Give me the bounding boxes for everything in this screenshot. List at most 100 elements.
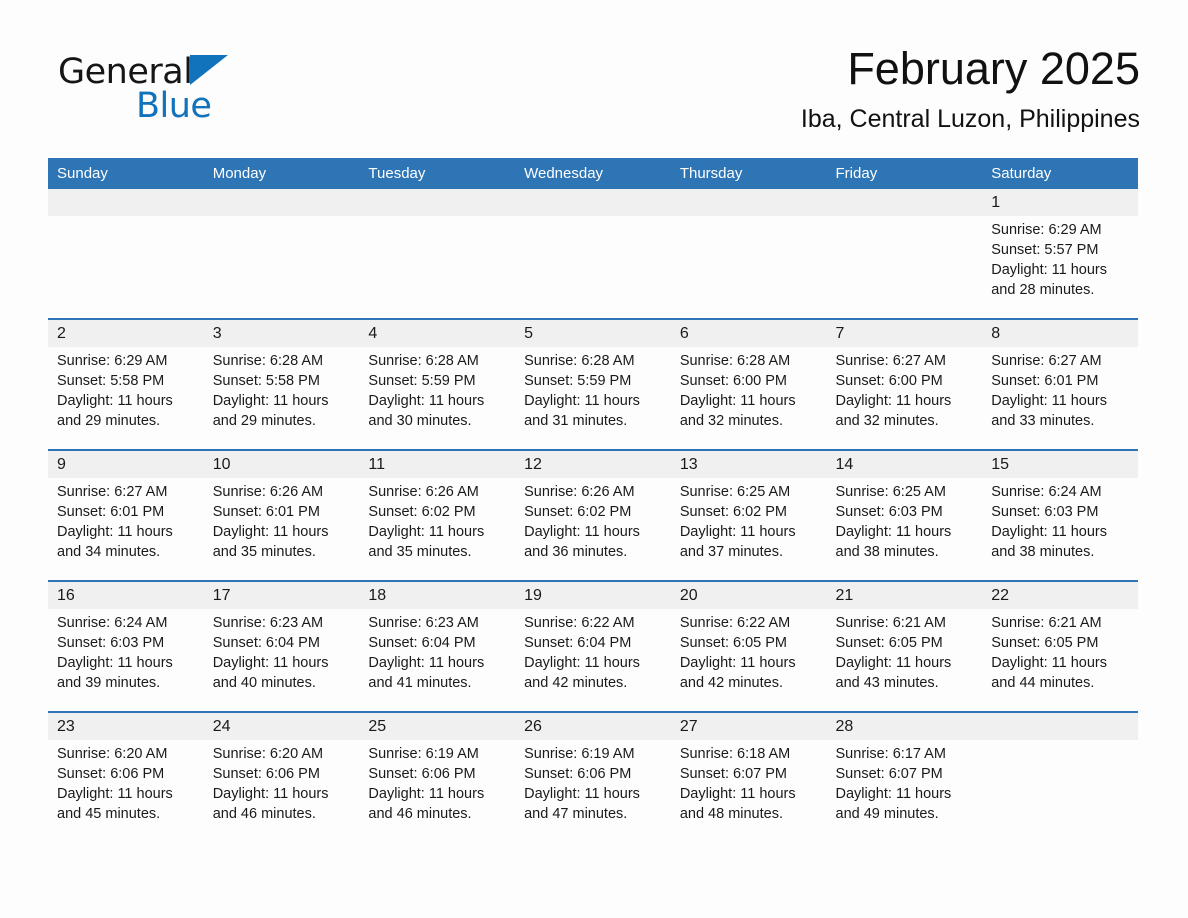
day-daylight-text: Daylight: 11 hours: [212, 655, 329, 671]
day-cell[interactable]: Sunrise: 6:24 AM Sunset: 6:03 PM Daylight:…: [48, 609, 204, 712]
day-number[interactable]: 23: [48, 711, 204, 740]
day-cell[interactable]: Sunrise: 6:23 AM Sunset: 6:04 PM Daylight:…: [359, 609, 516, 712]
day-daylight-text: Daylight: 11 hours: [679, 393, 796, 409]
day-cell[interactable]: Sunrise: 6:23 AM Sunset: 6:04 PM Daylight:…: [203, 609, 360, 712]
day-number[interactable]: 9: [48, 449, 204, 478]
day-cell[interactable]: Sunrise: 6:27 AM Sunset: 6:01 PM Daylight:…: [48, 478, 204, 581]
day-daylight-text: and 32 minutes.: [679, 413, 783, 429]
day-cell[interactable]: Sunrise: 6:28 AM Sunset: 5:59 PM Daylight:…: [359, 347, 516, 450]
day-daylight-text: Daylight: 11 hours: [524, 655, 640, 671]
day-number[interactable]: 11: [359, 449, 516, 478]
day-daylight-text: and 42 minutes.: [524, 675, 628, 691]
day-number-empty: [826, 189, 983, 216]
day-daylight-text: Daylight: 11 hours: [368, 655, 485, 671]
day-daylight-text: Daylight: 11 hours: [57, 524, 173, 540]
day-cell[interactable]: Sunrise: 6:28 AM Sunset: 5:59 PM Daylight:…: [515, 347, 671, 450]
day-cell[interactable]: Sunrise: 6:22 AM Sunset: 6:04 PM Daylight:…: [515, 609, 671, 712]
weekday-header-friday: Friday: [826, 158, 983, 189]
day-daylight-text: and 47 minutes.: [524, 806, 628, 822]
day-sunset-text: Sunset: 6:06 PM: [368, 766, 476, 782]
day-number[interactable]: 25: [359, 711, 516, 740]
day-number[interactable]: 18: [359, 580, 516, 609]
day-daylight-text: Daylight: 11 hours: [835, 786, 952, 802]
day-cell[interactable]: Sunrise: 6:24 AM Sunset: 6:03 PM Daylight:…: [982, 478, 1138, 581]
day-number[interactable]: 16: [48, 580, 204, 609]
day-number[interactable]: 26: [515, 711, 671, 740]
day-daylight-text: and 29 minutes.: [212, 413, 316, 429]
day-number[interactable]: 19: [515, 580, 671, 609]
day-number[interactable]: 28: [826, 711, 983, 740]
day-sunrise-text: Sunrise: 6:20 AM: [57, 746, 168, 762]
day-cell[interactable]: Sunrise: 6:18 AM Sunset: 6:07 PM Daylight:…: [670, 740, 827, 842]
day-number[interactable]: 17: [203, 580, 360, 609]
day-sunset-text: Sunset: 5:59 PM: [368, 373, 476, 389]
day-cell[interactable]: Sunrise: 6:21 AM Sunset: 6:05 PM Daylight:…: [826, 609, 983, 712]
day-sunset-text: Sunset: 5:59 PM: [524, 373, 632, 389]
day-cell[interactable]: Sunrise: 6:19 AM Sunset: 6:06 PM Daylight:…: [359, 740, 516, 842]
day-number[interactable]: 8: [982, 318, 1138, 347]
day-number[interactable]: 15: [982, 449, 1138, 478]
day-number-empty: [670, 189, 827, 216]
day-cell[interactable]: Sunrise: 6:17 AM Sunset: 6:07 PM Daylight:…: [826, 740, 983, 842]
day-number[interactable]: 13: [670, 449, 827, 478]
day-number[interactable]: 10: [203, 449, 360, 478]
day-cell-empty: [982, 740, 1138, 842]
day-number[interactable]: 2: [48, 318, 204, 347]
day-number-empty: [515, 189, 671, 216]
day-cell[interactable]: Sunrise: 6:26 AM Sunset: 6:02 PM Daylight:…: [515, 478, 671, 581]
day-number[interactable]: 5: [515, 318, 671, 347]
day-cell[interactable]: Sunrise: 6:21 AM Sunset: 6:05 PM Daylight:…: [982, 609, 1138, 712]
weekday-header-saturday: Saturday: [982, 158, 1138, 189]
day-cell[interactable]: Sunrise: 6:25 AM Sunset: 6:03 PM Daylight:…: [826, 478, 983, 581]
day-cell[interactable]: Sunrise: 6:28 AM Sunset: 6:00 PM Daylight:…: [670, 347, 827, 450]
day-number[interactable]: 14: [826, 449, 983, 478]
day-cell[interactable]: Sunrise: 6:28 AM Sunset: 5:58 PM Daylight:…: [203, 347, 360, 450]
day-sunset-text: Sunset: 6:01 PM: [57, 504, 165, 520]
day-sunset-text: Sunset: 6:01 PM: [212, 504, 320, 520]
week-daynumber-row: 1: [48, 189, 1138, 216]
day-number-empty: [359, 189, 516, 216]
day-daylight-text: and 32 minutes.: [835, 413, 939, 429]
day-number[interactable]: 22: [982, 580, 1138, 609]
day-cell[interactable]: Sunrise: 6:26 AM Sunset: 6:01 PM Daylight:…: [203, 478, 360, 581]
day-daylight-text: Daylight: 11 hours: [212, 524, 329, 540]
day-daylight-text: Daylight: 11 hours: [212, 393, 329, 409]
day-daylight-text: Daylight: 11 hours: [368, 786, 485, 802]
day-cell[interactable]: Sunrise: 6:20 AM Sunset: 6:06 PM Daylight:…: [48, 740, 204, 842]
day-daylight-text: Daylight: 11 hours: [679, 655, 796, 671]
day-number[interactable]: 24: [203, 711, 360, 740]
day-number[interactable]: 4: [359, 318, 516, 347]
day-sunset-text: Sunset: 6:02 PM: [524, 504, 632, 520]
day-number[interactable]: 12: [515, 449, 671, 478]
day-daylight-text: and 48 minutes.: [679, 806, 783, 822]
day-daylight-text: and 44 minutes.: [991, 675, 1095, 691]
day-daylight-text: Daylight: 11 hours: [835, 524, 952, 540]
day-cell[interactable]: Sunrise: 6:20 AM Sunset: 6:06 PM Daylight:…: [203, 740, 360, 842]
day-sunrise-text: Sunrise: 6:25 AM: [835, 484, 946, 500]
day-cell[interactable]: Sunrise: 6:27 AM Sunset: 6:01 PM Daylight:…: [982, 347, 1138, 450]
day-daylight-text: and 28 minutes.: [991, 282, 1095, 298]
day-number[interactable]: 21: [826, 580, 983, 609]
day-number[interactable]: 20: [670, 580, 827, 609]
day-cell[interactable]: Sunrise: 6:25 AM Sunset: 6:02 PM Daylight:…: [670, 478, 827, 581]
day-cell[interactable]: Sunrise: 6:27 AM Sunset: 6:00 PM Daylight:…: [826, 347, 983, 450]
weekday-header-sunday: Sunday: [48, 158, 204, 189]
day-cell[interactable]: Sunrise: 6:19 AM Sunset: 6:06 PM Daylight:…: [515, 740, 671, 842]
day-number[interactable]: 1: [982, 189, 1138, 216]
day-cell[interactable]: Sunrise: 6:26 AM Sunset: 6:02 PM Daylight:…: [359, 478, 516, 581]
day-number[interactable]: 7: [826, 318, 983, 347]
day-number[interactable]: 6: [670, 318, 827, 347]
day-number[interactable]: 3: [203, 318, 360, 347]
day-daylight-text: Daylight: 11 hours: [835, 393, 952, 409]
day-daylight-text: Daylight: 11 hours: [991, 655, 1108, 671]
day-daylight-text: and 34 minutes.: [57, 544, 161, 560]
page-title: February 2025: [847, 43, 1140, 94]
day-sunrise-text: Sunrise: 6:27 AM: [991, 353, 1102, 369]
day-cell[interactable]: Sunrise: 6:22 AM Sunset: 6:05 PM Daylight:…: [670, 609, 827, 712]
day-sunset-text: Sunset: 6:03 PM: [835, 504, 943, 520]
day-cell[interactable]: Sunrise: 6:29 AM Sunset: 5:57 PM Daylight:…: [982, 216, 1138, 319]
generalblue-logo[interactable]: General Blue: [58, 52, 318, 132]
day-number[interactable]: 27: [670, 711, 827, 740]
day-cell[interactable]: Sunrise: 6:29 AM Sunset: 5:58 PM Daylight:…: [48, 347, 204, 450]
day-daylight-text: and 35 minutes.: [368, 544, 472, 560]
